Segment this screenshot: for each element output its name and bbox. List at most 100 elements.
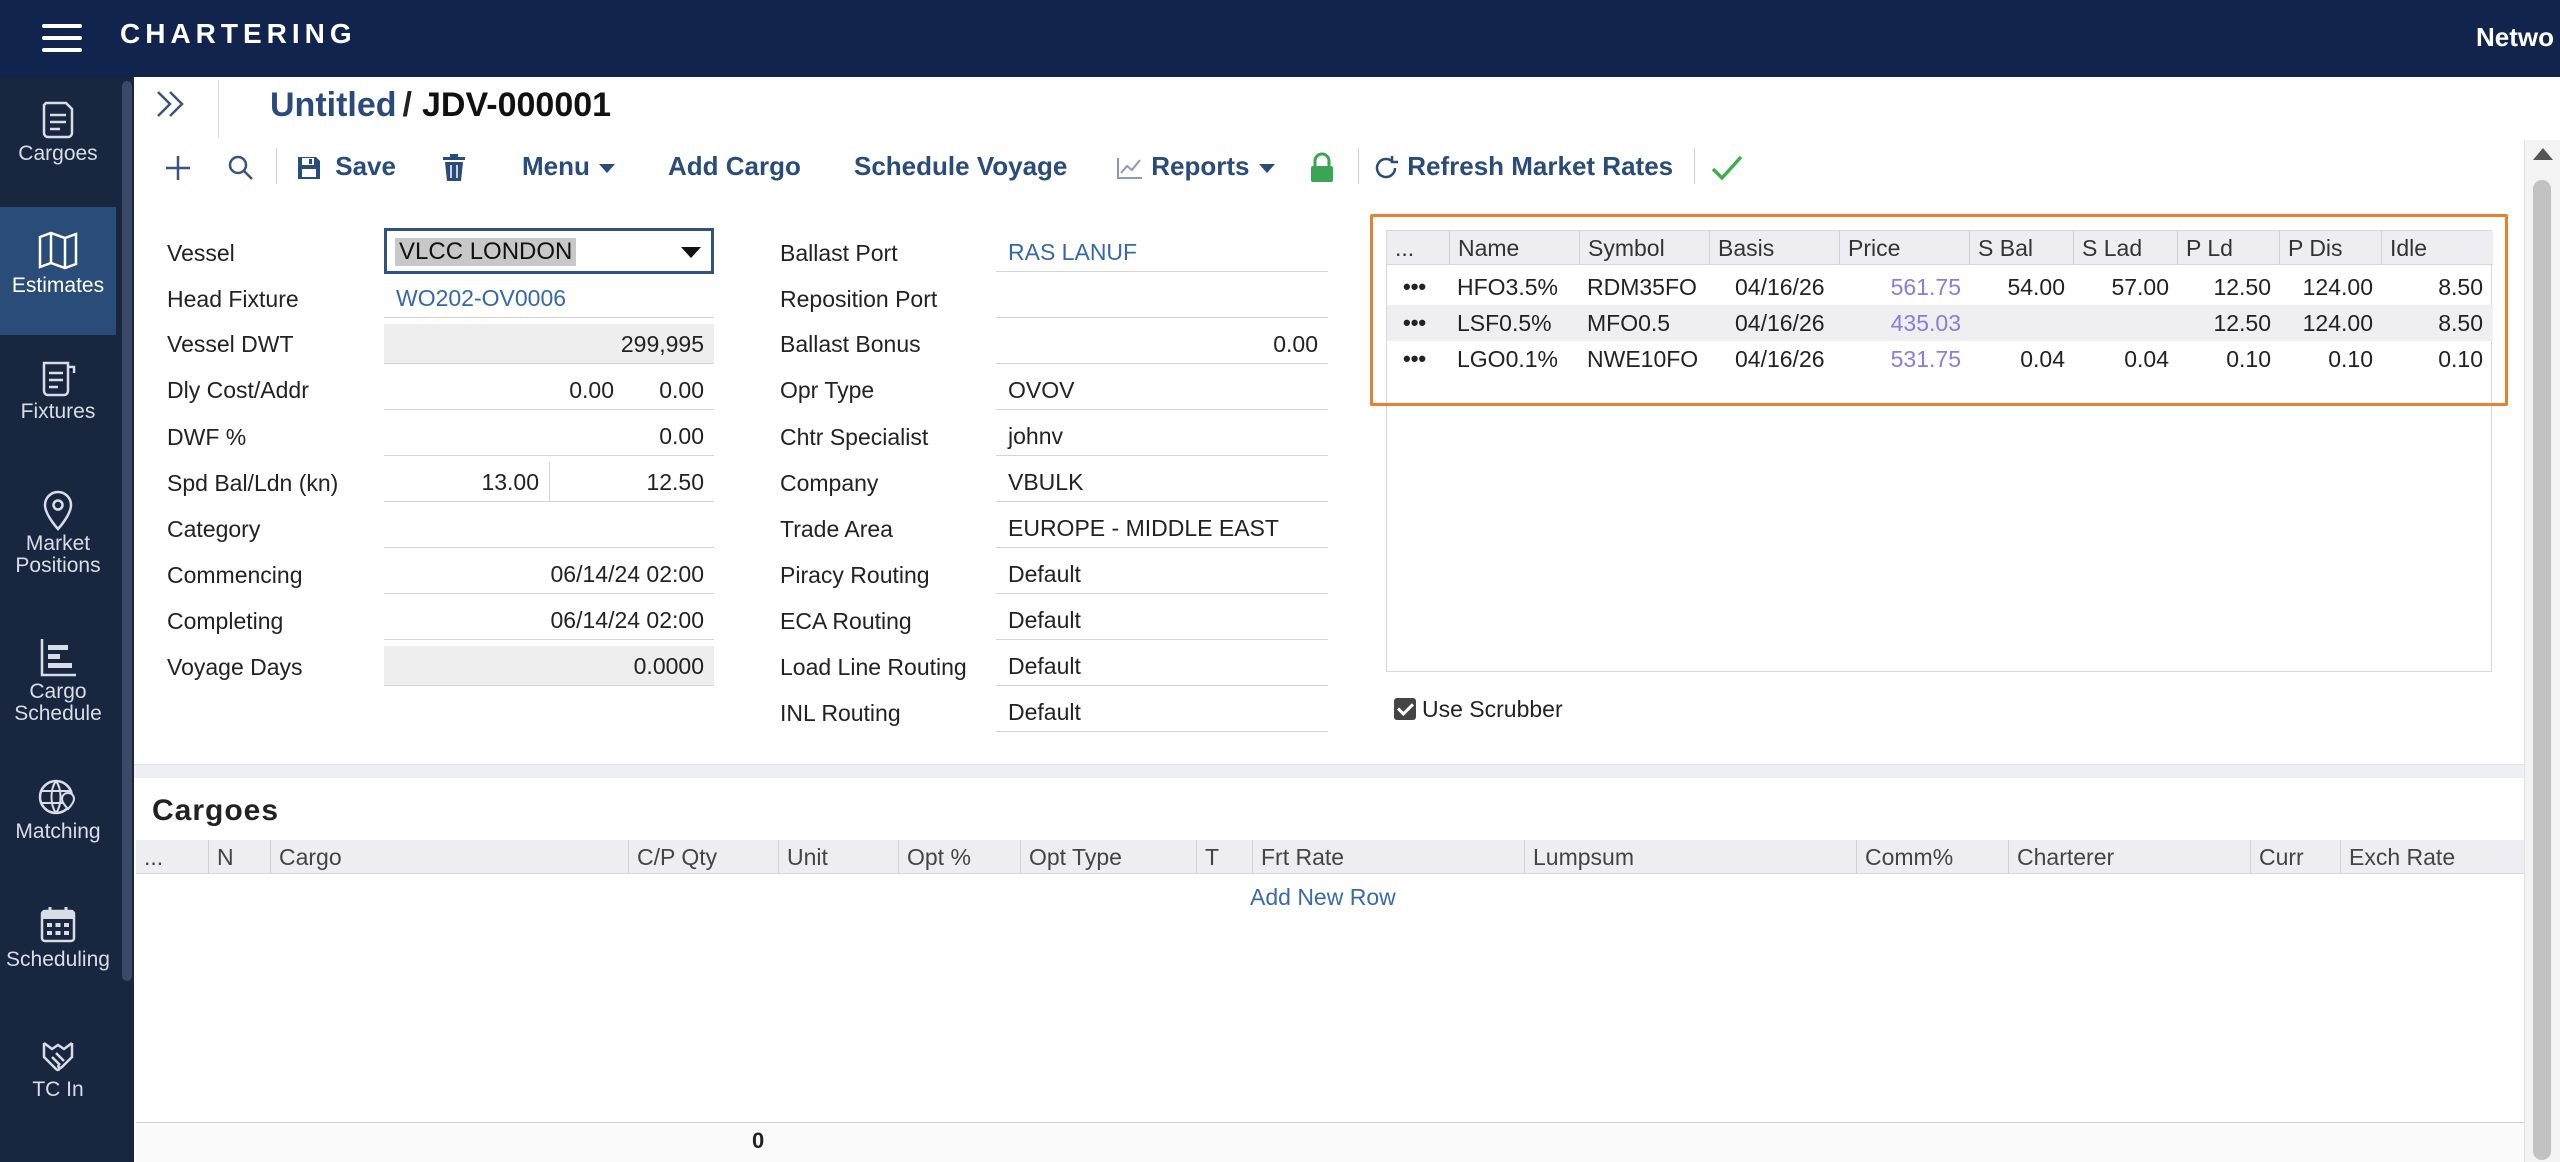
page-scrollbar[interactable] — [2524, 140, 2560, 1162]
nav-item-cargo-schedule[interactable]: Cargo Schedule — [0, 633, 116, 773]
vessel-label: Vessel — [167, 240, 235, 266]
cargo-col-opt-type[interactable]: Opt Type — [1020, 840, 1196, 874]
caret-down-icon — [681, 247, 701, 258]
ballast-port-field[interactable]: RAS LANUF — [996, 232, 1328, 272]
commencing-field[interactable]: 06/14/24 02:00 — [384, 554, 714, 594]
load-line-routing-field[interactable]: Default — [996, 646, 1328, 686]
nav-label: Positions — [15, 554, 101, 577]
head-fixture-link[interactable]: WO202-OV0006 — [384, 278, 714, 318]
plus-icon — [166, 156, 190, 181]
nav-label: Market — [25, 532, 91, 555]
nav-label: Matching — [15, 820, 101, 843]
cargo-col-n[interactable]: N — [208, 840, 270, 874]
handshake-icon — [42, 1042, 74, 1072]
cargo-col-unit[interactable]: Unit — [778, 840, 898, 874]
ballast-bonus-label: Ballast Bonus — [780, 331, 921, 357]
completing-field[interactable]: 06/14/24 02:00 — [384, 600, 714, 640]
company-field[interactable]: VBULK — [996, 462, 1328, 502]
calendar-icon — [40, 907, 76, 943]
cargo-total-qty: 0 — [752, 1128, 765, 1153]
save-button[interactable]: Save — [296, 144, 396, 188]
left-nav: Cargoes Estimates Fixtures Market Positi… — [0, 77, 134, 1162]
nav-item-matching[interactable]: Matching — [0, 773, 116, 891]
menu-dropdown[interactable]: Menu — [522, 144, 617, 188]
refresh-market-rates-button[interactable]: Refresh Market Rates — [1372, 144, 1673, 188]
cargo-col-exch-rate[interactable]: Exch Rate — [2340, 840, 2524, 874]
add-button[interactable] — [162, 144, 194, 188]
breadcrumb-parent[interactable]: Untitled — [270, 86, 397, 124]
ballast-bonus-field[interactable]: 0.00 — [996, 324, 1328, 364]
cargo-col-menu[interactable]: ... — [136, 840, 208, 874]
eca-routing-field[interactable]: Default — [996, 600, 1328, 640]
company-label: Company — [780, 470, 879, 496]
left-nav-scrollbar[interactable] — [122, 81, 132, 981]
location-pin-icon — [43, 490, 73, 531]
save-label: Save — [335, 151, 396, 181]
network-label[interactable]: Netwo — [2476, 22, 2554, 53]
vessel-select[interactable]: VLCC LONDON — [384, 228, 714, 274]
dwf-field[interactable]: 0.00 — [384, 416, 714, 456]
refresh-icon — [1375, 156, 1398, 179]
opr-type-field[interactable]: OVOV — [996, 370, 1328, 410]
nav-item-scheduling[interactable]: Scheduling — [0, 901, 116, 1019]
cargo-col-t[interactable]: T — [1196, 840, 1252, 874]
nav-item-fixtures[interactable]: Fixtures — [0, 353, 116, 465]
menu-label: Menu — [522, 151, 590, 181]
cargo-grid-header: ... N Cargo C/P Qty Unit Opt % Opt Type … — [136, 840, 2524, 874]
reports-label: Reports — [1151, 151, 1250, 181]
chtr-specialist-label: Chtr Specialist — [780, 424, 929, 450]
inl-routing-field[interactable]: Default — [996, 692, 1328, 732]
nav-label: Cargo — [29, 680, 87, 703]
checkbox-checked-icon — [1394, 698, 1416, 720]
use-scrubber-checkbox[interactable]: Use Scrubber — [1394, 696, 1563, 723]
add-cargo-button[interactable]: Add Cargo — [668, 144, 801, 188]
gantt-icon — [40, 639, 76, 677]
nav-label: TC In — [32, 1078, 84, 1101]
hamburger-menu-icon[interactable] — [38, 20, 86, 56]
nav-item-market-positions[interactable]: Market Positions — [0, 485, 116, 625]
reports-dropdown[interactable]: Reports — [1116, 144, 1277, 188]
cargo-col-comm[interactable]: Comm% — [1856, 840, 2008, 874]
cargo-col-cargo[interactable]: Cargo — [270, 840, 628, 874]
cargo-col-curr[interactable]: Curr — [2250, 840, 2340, 874]
confirm-button[interactable] — [1710, 144, 1744, 188]
spd-ldn-field[interactable]: 12.50 — [550, 462, 714, 502]
scrollbar-thumb[interactable] — [2533, 180, 2551, 1160]
cargo-col-cp-qty[interactable]: C/P Qty — [628, 840, 778, 874]
vessel-dwt-label: Vessel DWT — [167, 331, 294, 357]
trade-area-label: Trade Area — [780, 516, 893, 542]
addr-field[interactable]: 0.00 — [624, 370, 714, 410]
category-label: Category — [167, 516, 261, 542]
nav-item-estimates[interactable]: Estimates — [0, 207, 116, 335]
breadcrumb: Untitled / JDV-000001 — [270, 86, 611, 125]
caret-down-icon — [1258, 164, 1275, 174]
chtr-specialist-field[interactable]: johnv — [996, 416, 1328, 456]
eca-routing-label: ECA Routing — [780, 608, 912, 634]
reposition-port-field[interactable] — [996, 278, 1328, 318]
nav-label: Cargoes — [18, 142, 98, 165]
nav-item-cargoes[interactable]: Cargoes — [0, 95, 116, 207]
nav-item-tc-in[interactable]: TC In — [0, 1031, 116, 1149]
add-new-row-link[interactable]: Add New Row — [1250, 884, 1396, 911]
piracy-routing-field[interactable]: Default — [996, 554, 1328, 594]
lock-button[interactable] — [1308, 144, 1336, 188]
schedule-voyage-button[interactable]: Schedule Voyage — [854, 144, 1067, 188]
delete-button[interactable] — [442, 144, 466, 188]
trade-area-field[interactable]: EUROPE - MIDDLE EAST — [996, 508, 1328, 548]
app-title: CHARTERING — [120, 18, 357, 49]
map-icon — [38, 231, 78, 270]
dly-cost-field[interactable]: 0.00 — [384, 370, 624, 410]
cargo-col-frt-rate[interactable]: Frt Rate — [1252, 840, 1524, 874]
spd-bal-field[interactable]: 13.00 — [384, 462, 550, 502]
cargo-col-lumpsum[interactable]: Lumpsum — [1524, 840, 1856, 874]
breadcrumb-current: JDV-000001 — [422, 86, 612, 124]
toolbar-divider — [1694, 148, 1695, 184]
cargo-col-charterer[interactable]: Charterer — [2008, 840, 2250, 874]
checkmark-icon — [1711, 155, 1743, 181]
search-button[interactable] — [226, 144, 256, 188]
category-field[interactable] — [384, 508, 714, 548]
voyage-days-label: Voyage Days — [167, 654, 303, 680]
expand-panel-icon[interactable] — [152, 88, 192, 128]
cargo-col-opt-pct[interactable]: Opt % — [898, 840, 1020, 874]
scroll-up-icon[interactable] — [2533, 148, 2553, 160]
